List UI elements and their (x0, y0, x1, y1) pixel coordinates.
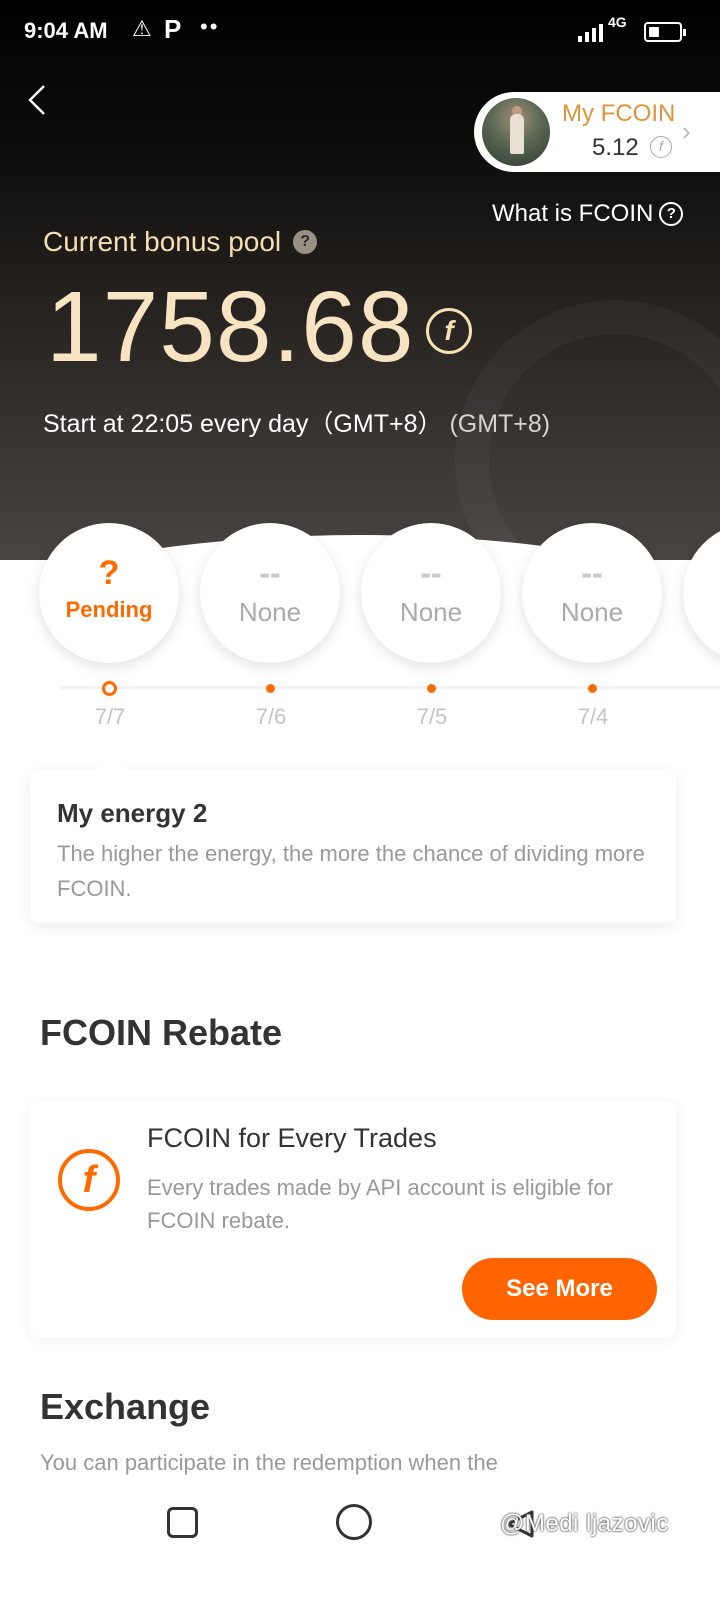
timeline-date: 7/7 (94, 704, 126, 729)
my-fcoin-balance: 5.12 (592, 134, 639, 161)
warning-icon: ⚠ (132, 16, 152, 41)
battery-icon (644, 22, 686, 42)
day-circle-7-7[interactable]: ? Pending (39, 523, 179, 663)
back-button[interactable] (24, 80, 64, 130)
day-status-label: None (560, 597, 624, 627)
my-fcoin-button[interactable]: My FCOIN 5.12 f › (474, 92, 720, 172)
day-circle-partial[interactable] (683, 523, 720, 663)
home-button[interactable] (336, 1504, 372, 1540)
bonus-help-icon[interactable]: ? (293, 230, 318, 254)
system-nav-bar: @Medi ljazovic (0, 1476, 720, 1600)
dots-icon: •• (200, 14, 220, 39)
rebate-card-description: Every trades made by API account is elig… (147, 1175, 613, 1233)
rebate-section-title: FCOIN Rebate (40, 1012, 283, 1053)
day-status-label: None (238, 597, 302, 627)
day-circle-7-6[interactable]: -- None (200, 523, 340, 663)
rebate-card-title: FCOIN for Every Trades (147, 1123, 437, 1153)
bonus-pool-label-row: Current bonus pool ? (43, 226, 318, 258)
rebate-card: f FCOIN for Every Trades Every trades ma… (30, 1101, 676, 1338)
back-chevron-icon (28, 85, 45, 115)
status-bar: 9:04 AM ⚠ P •• 4G (0, 0, 720, 64)
day-status-symbol: -- (259, 555, 281, 591)
exchange-description: You can participate in the redemption wh… (40, 1450, 498, 1475)
timeline-dot (588, 684, 597, 693)
timeline-date: 7/4 (577, 704, 609, 729)
start-time-text: Start at 22:05 every day（GMT+8） (GMT+8) (43, 404, 550, 440)
day-circle-7-4[interactable]: -- None (522, 523, 662, 663)
exchange-section-title: Exchange (40, 1386, 211, 1427)
watermark-text: @Medi ljazovic (500, 1510, 669, 1537)
energy-card: My energy 2 The higher the energy, the m… (30, 754, 676, 923)
energy-description: The higher the energy, the more the chan… (57, 841, 645, 901)
day-circle-7-5[interactable]: -- None (361, 523, 501, 663)
see-more-button[interactable]: See More (462, 1258, 657, 1320)
bonus-pool-label: Current bonus pool (43, 226, 282, 257)
status-time: 9:04 AM (24, 18, 108, 43)
fcoin-rebate-icon: f (58, 1149, 120, 1211)
energy-title: My energy 2 (57, 798, 208, 828)
fcoin-small-icon: f (650, 136, 672, 158)
help-icon: ? (659, 202, 684, 226)
timeline-dot-active (102, 681, 117, 696)
day-status-symbol: ? (98, 554, 120, 592)
timeline-date: 7/6 (255, 704, 287, 729)
signal-icon (578, 24, 603, 42)
timeline-date: 7/5 (416, 704, 448, 729)
chevron-right-icon: › (682, 116, 691, 146)
day-status-symbol: -- (420, 555, 442, 591)
parking-icon: P (164, 14, 182, 44)
what-is-fcoin-link[interactable]: What is FCOIN ? (492, 200, 684, 228)
day-status-symbol: -- (581, 555, 603, 591)
my-fcoin-label: My FCOIN (562, 100, 676, 127)
recents-button[interactable] (167, 1507, 198, 1538)
timeline-dot (427, 684, 436, 693)
day-status-label: None (399, 597, 463, 627)
start-time-main: Start at 22:05 every day（GMT+8） (43, 410, 443, 438)
day-status-label: Pending (65, 597, 153, 622)
timeline-track (60, 686, 720, 689)
start-time-zone: (GMT+8) (449, 410, 551, 438)
avatar (482, 98, 550, 166)
what-is-fcoin-label: What is FCOIN (492, 200, 654, 227)
fcoin-icon: f (426, 308, 472, 354)
timeline-dot (266, 684, 275, 693)
bonus-pool-amount: 1758.68 (46, 271, 415, 383)
network-type: 4G (608, 14, 627, 30)
